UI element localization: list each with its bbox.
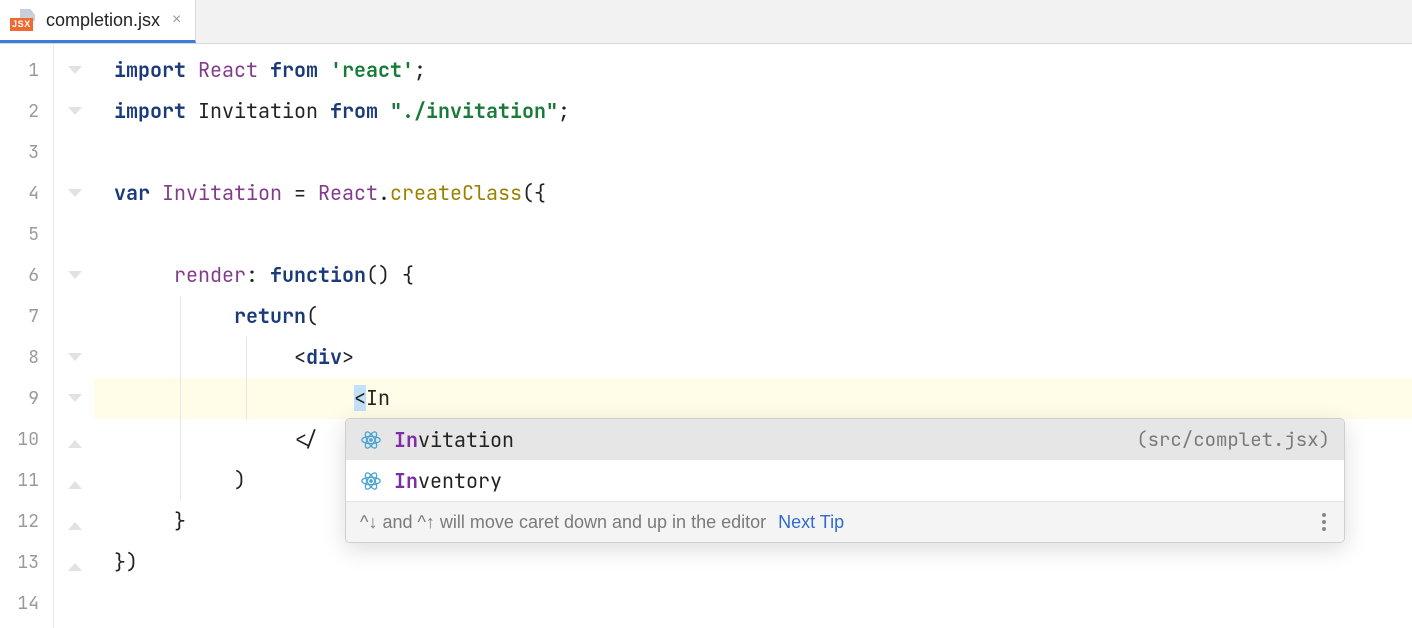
fold-marker-icon[interactable]: [68, 353, 82, 361]
code-line[interactable]: return(: [94, 296, 1412, 337]
code-line[interactable]: [94, 583, 1412, 624]
line-number: 5: [0, 214, 53, 255]
completion-item[interactable]: Invitation (src/complet.jsx): [346, 419, 1344, 460]
fold-marker-icon[interactable]: [68, 189, 82, 197]
jsx-file-icon: JSX: [10, 9, 38, 31]
line-number: 6: [0, 255, 53, 296]
fold-marker-icon[interactable]: [68, 66, 82, 74]
fold-column: [54, 44, 94, 628]
fold-marker-icon[interactable]: [68, 522, 82, 530]
gutter: 1 2 3 4 5 6 7 8 9 10 11 12 13 14: [0, 44, 54, 628]
fold-marker-icon[interactable]: [68, 271, 82, 279]
code-line[interactable]: render: function() {: [94, 255, 1412, 296]
tab-filename: completion.jsx: [46, 10, 160, 31]
line-number: 11: [0, 460, 53, 501]
code-line[interactable]: <div>: [94, 337, 1412, 378]
line-number: 14: [0, 583, 53, 624]
code-line[interactable]: [94, 214, 1412, 255]
code-line[interactable]: [94, 132, 1412, 173]
fold-marker-icon[interactable]: [68, 481, 82, 489]
line-number: 4: [0, 173, 53, 214]
completion-tail: (src/complet.jsx): [1136, 427, 1330, 452]
tab-active[interactable]: JSX completion.jsx ×: [0, 0, 196, 43]
code-line[interactable]: import Invitation from "./invitation";: [94, 91, 1412, 132]
line-number: 8: [0, 337, 53, 378]
react-icon: [360, 429, 382, 451]
fold-marker-icon[interactable]: [68, 563, 82, 571]
code-line[interactable]: var Invitation = React.createClass({: [94, 173, 1412, 214]
completion-popup: Invitation (src/complet.jsx) Inventory ^…: [345, 418, 1345, 543]
fold-marker-icon[interactable]: [68, 440, 82, 448]
line-number: 7: [0, 296, 53, 337]
react-icon: [360, 470, 382, 492]
completion-item[interactable]: Inventory: [346, 460, 1344, 501]
tab-bar: JSX completion.jsx ×: [0, 0, 1412, 44]
fold-marker-icon[interactable]: [68, 107, 82, 115]
completion-label: Inventory: [394, 468, 1330, 494]
close-icon[interactable]: ×: [172, 11, 181, 29]
line-number: 1: [0, 50, 53, 91]
hint-text: ^↓ and ^↑ will move caret down and up in…: [360, 512, 766, 533]
code-line[interactable]: }): [94, 542, 1412, 583]
code-line-active[interactable]: <In: [94, 378, 1412, 419]
line-number: 9: [0, 378, 53, 419]
code-line[interactable]: import React from 'react';: [94, 50, 1412, 91]
line-number: 10: [0, 419, 53, 460]
completion-label: Invitation: [394, 427, 1124, 453]
fold-marker-icon[interactable]: [68, 394, 82, 402]
line-number: 13: [0, 542, 53, 583]
line-number: 3: [0, 132, 53, 173]
line-number: 12: [0, 501, 53, 542]
next-tip-link[interactable]: Next Tip: [778, 512, 844, 533]
completion-hint: ^↓ and ^↑ will move caret down and up in…: [346, 501, 1344, 542]
line-number: 2: [0, 91, 53, 132]
kebab-icon[interactable]: [1318, 509, 1330, 535]
